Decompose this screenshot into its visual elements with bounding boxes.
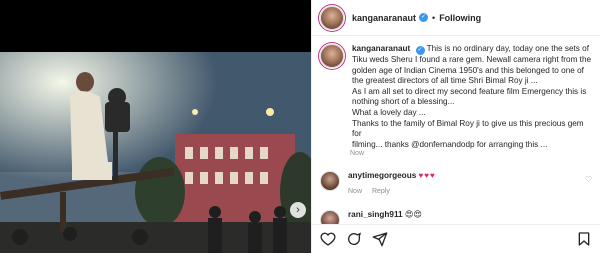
commenter-avatar[interactable]	[320, 171, 340, 191]
comment-item: anytimegorgeous ♥♥♥ Now Reply ♡	[320, 171, 596, 195]
caption-line-1-text: This is no ordinary day, today one the s…	[426, 44, 589, 53]
comment-body: anytimegorgeous ♥♥♥ Now Reply	[340, 171, 436, 195]
caption-text: kanganaranaut ✓ This is no ordinary day,…	[352, 44, 592, 150]
comment-text: anytimegorgeous ♥♥♥	[348, 171, 436, 181]
post-media: ›	[0, 0, 311, 253]
verified-badge-icon: ✓	[415, 46, 425, 55]
heart-icon[interactable]: ♡	[585, 175, 592, 184]
comment-meta: Now Reply	[348, 188, 436, 195]
comment-time: Now	[348, 188, 363, 195]
post-timestamp[interactable]: Now	[350, 150, 364, 157]
caption-line-5: As I am all set to direct my second feat…	[352, 86, 587, 96]
verified-badge-icon: ✓	[419, 13, 429, 22]
film-set-image	[0, 52, 311, 253]
caption-line-4: the greatest directors of all time Shri …	[352, 76, 538, 86]
comment-content: ♥♥♥	[418, 171, 436, 180]
commenter-username[interactable]: rani_singh911	[348, 210, 403, 219]
caption-block: kanganaranaut ✓ This is no ordinary day,…	[320, 44, 596, 150]
post-header: kanganaranaut ✓ • Following	[312, 0, 600, 36]
author-avatar[interactable]	[320, 5, 344, 30]
header-separator: •	[432, 12, 436, 23]
reply-button[interactable]: Reply	[372, 188, 390, 195]
following-button[interactable]: Following	[439, 13, 481, 23]
action-bar	[312, 224, 600, 253]
comment-icon[interactable]	[346, 231, 362, 247]
chevron-right-icon: ›	[296, 203, 300, 216]
heart-icon[interactable]	[320, 231, 336, 247]
caption-line-9: filming... thanks @donfernandodp for arr…	[352, 139, 548, 149]
caption-line-3: golden age of Indian Cinema 1950's and t…	[352, 65, 584, 75]
share-icon[interactable]	[372, 231, 388, 247]
caption-line-8: Thanks to the family of Bimal Roy ji to …	[352, 118, 584, 139]
caption-line-2: Tiku weds Sheru I found a rare gem. Newa…	[352, 55, 592, 64]
bookmark-icon[interactable]	[576, 231, 592, 247]
caption-line-7: What a lovely day ...	[352, 107, 426, 117]
post-photo[interactable]: ›	[0, 52, 311, 253]
comment-text: rani_singh911 😍😍	[348, 210, 422, 220]
next-media-button[interactable]: ›	[290, 202, 306, 218]
comment-content: 😍😍	[404, 210, 422, 219]
caption-line-1: kanganaranaut ✓ This is no ordinary day,…	[352, 44, 592, 55]
caption-author-avatar[interactable]	[320, 44, 344, 68]
author-username[interactable]: kanganaranaut	[352, 13, 416, 23]
post-details-panel: kanganaranaut ✓ • Following kanganaranau…	[311, 0, 600, 253]
commenter-username[interactable]: anytimegorgeous	[348, 171, 416, 180]
caption-line-6: nothing short of a blessing...	[352, 97, 455, 107]
caption-username[interactable]: kanganaranaut	[352, 44, 410, 53]
